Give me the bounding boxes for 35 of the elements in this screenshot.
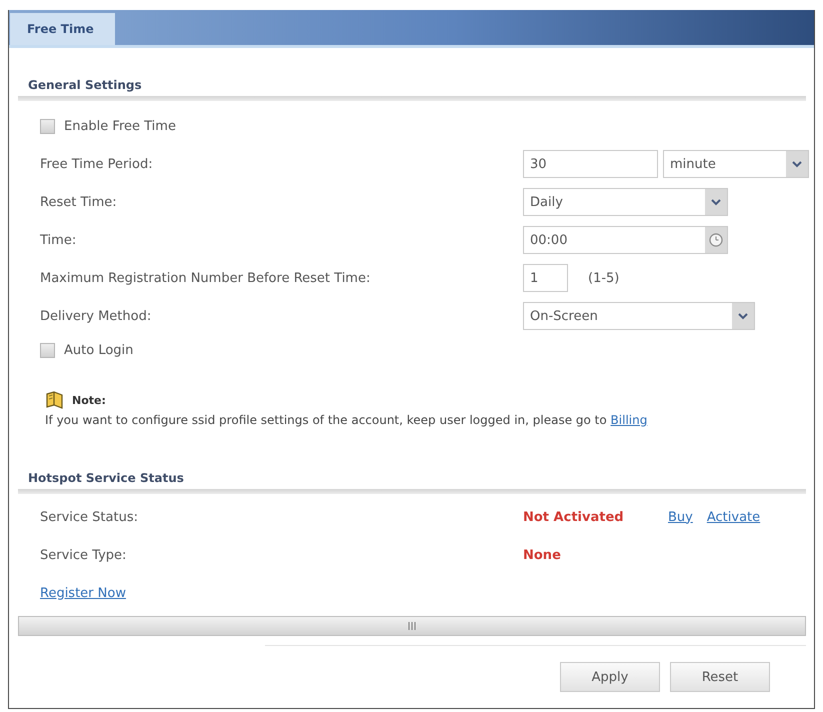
field-label: Service Type:: [40, 548, 128, 562]
action-link[interactable]: Buy: [668, 510, 693, 524]
grip-icon: [408, 622, 416, 630]
text-link[interactable]: Billing: [610, 413, 648, 427]
status-value: Not Activated: [523, 510, 625, 524]
period-field[interactable]: 30: [523, 150, 658, 178]
dropdown-select[interactable]: On-Screen: [523, 302, 755, 330]
checkbox-label: Auto Login: [64, 342, 134, 358]
unit-select[interactable]: minute: [663, 150, 809, 178]
dropdown-select[interactable]: Daily: [523, 188, 728, 216]
register-link[interactable]: Register Now: [40, 586, 126, 600]
field-label: Service Status:: [40, 510, 139, 524]
section-title: General Settings: [28, 78, 142, 92]
checkbox[interactable]: [40, 118, 55, 134]
checkbox-label: Enable Free Time: [64, 118, 176, 134]
checkbox[interactable]: [40, 342, 55, 358]
time-field[interactable]: 00:00: [523, 226, 728, 254]
tab[interactable]: Free Time: [10, 13, 115, 45]
status-value: None: [523, 548, 562, 562]
note-title: Note:: [72, 394, 106, 406]
field-label: Delivery Method:: [40, 308, 152, 324]
action-link[interactable]: Activate: [706, 510, 760, 524]
field-label: Free Time Period:: [40, 156, 154, 172]
booklet-icon: [45, 390, 65, 410]
field-label: Time:: [40, 232, 78, 248]
section-title: Hotspot Service Status: [28, 471, 184, 485]
note-text: If you want to configure ssid profile settings of the account, keep user logged in, please go to Billing: [45, 412, 648, 428]
clock-icon: [705, 227, 727, 253]
horizontal-scrollbar[interactable]: [18, 616, 806, 636]
action-button[interactable]: Apply: [560, 662, 660, 692]
field-label: Reset Time:: [40, 194, 118, 210]
range-hint: (1-5): [588, 270, 620, 286]
field-label: Maximum Registration Number Before Reset Time:: [40, 270, 372, 286]
action-button[interactable]: Reset: [670, 662, 770, 692]
number-field[interactable]: 1: [523, 264, 568, 292]
